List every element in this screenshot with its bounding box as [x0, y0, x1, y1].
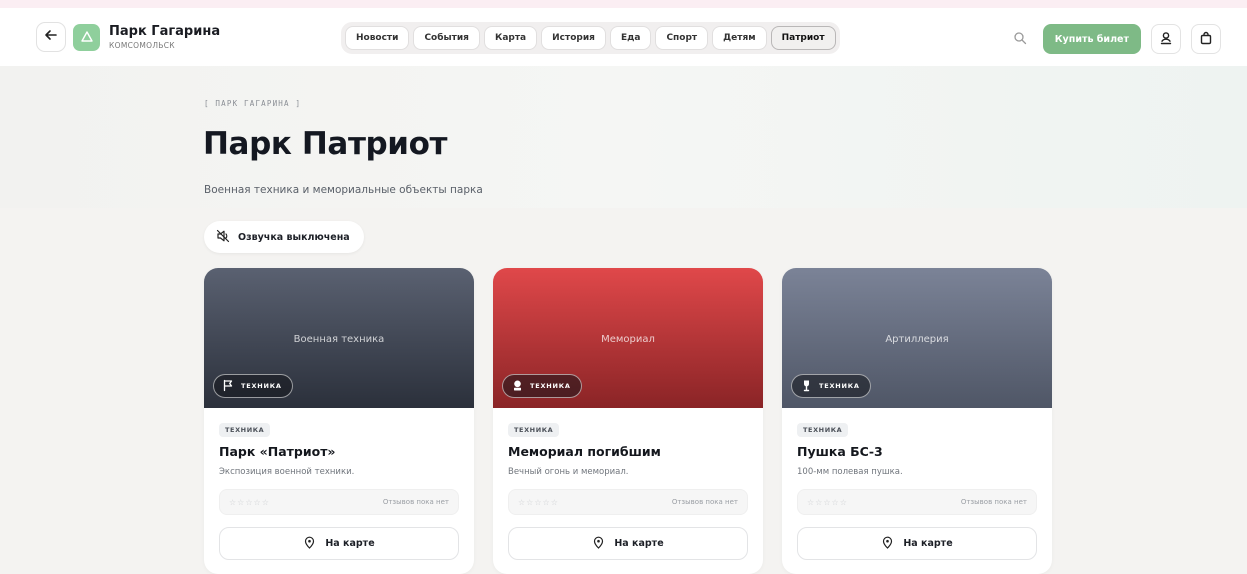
card-title[interactable]: Парк «Патриот»	[219, 444, 459, 459]
memorial-icon	[511, 379, 524, 394]
card-description: Экспозиция военной техники.	[219, 467, 355, 477]
brand-subtitle: КОМСОМОЛЬСК	[109, 40, 175, 50]
card-description: Вечный огонь и мемориал.	[508, 467, 629, 477]
cart-button[interactable]	[1191, 24, 1221, 54]
rating-stars-icon: ☆☆☆☆☆	[229, 497, 270, 507]
card-image-caption: Военная техника	[293, 333, 385, 345]
card-image: Мемориал ТЕХНИКА	[493, 268, 763, 408]
tab-sport[interactable]: Спорт	[655, 26, 709, 50]
tab-history[interactable]: История	[541, 26, 606, 50]
page-title: Парк Патриот	[203, 126, 448, 162]
card-image: Артиллерия ТЕХНИКА	[782, 268, 1052, 408]
category-badge-label: ТЕХНИКА	[819, 382, 860, 390]
breadcrumb[interactable]: [ ПАРК ГАГАРИНА ]	[204, 99, 301, 108]
arrow-left-icon	[44, 28, 58, 46]
rating-row: ☆☆☆☆☆ Отзывов пока нет	[219, 489, 459, 515]
category-badge: ТЕХНИКА	[502, 374, 582, 398]
tab-kids[interactable]: Детям	[712, 26, 767, 50]
voice-toggle-button[interactable]: Озвучка выключена	[204, 221, 364, 253]
tab-food[interactable]: Еда	[609, 26, 652, 50]
show-on-map-label: На карте	[903, 538, 953, 549]
brand-title: Парк Гагарина	[109, 23, 221, 39]
voice-toggle-label: Озвучка выключена	[238, 231, 350, 243]
speaker-muted-icon	[216, 229, 230, 246]
rating-stars-icon: ☆☆☆☆☆	[518, 497, 559, 507]
show-on-map-button[interactable]: На карте	[508, 527, 748, 560]
tab-map[interactable]: Карта	[483, 26, 538, 50]
tab-news[interactable]: Новости	[345, 26, 410, 50]
park-logo-icon[interactable]	[73, 23, 100, 51]
category-tag: ТЕХНИКА	[508, 423, 560, 437]
map-pin-icon	[303, 536, 316, 552]
category-badge-label: ТЕХНИКА	[241, 382, 282, 390]
section-nav: Новости События Карта История Еда Спорт …	[341, 22, 840, 54]
object-card[interactable]: Артиллерия ТЕХНИКА ТЕХНИКА Пушка БС-3 10…	[782, 268, 1052, 574]
card-image-caption: Мемориал	[601, 333, 655, 345]
category-badge: ТЕХНИКА	[791, 374, 871, 398]
reviews-count: Отзывов пока нет	[671, 498, 738, 506]
show-on-map-label: На карте	[614, 538, 664, 549]
brand[interactable]: Парк Гагарина КОМСОМОЛЬСК	[109, 25, 220, 50]
profile-button[interactable]	[1151, 24, 1181, 54]
map-pin-icon	[592, 536, 605, 552]
page-subtitle: Военная техника и мемориальные объекты п…	[204, 184, 483, 196]
category-badge: ТЕХНИКА	[213, 374, 293, 398]
tab-patriot[interactable]: Патриот	[770, 26, 836, 50]
object-card[interactable]: Мемориал ТЕХНИКА ТЕХНИКА Мемориал погибш…	[493, 268, 763, 574]
card-title[interactable]: Пушка БС-3	[797, 444, 1037, 459]
reviews-count: Отзывов пока нет	[382, 498, 449, 506]
category-badge-label: ТЕХНИКА	[530, 382, 571, 390]
show-on-map-label: На карте	[325, 538, 375, 549]
category-tag: ТЕХНИКА	[797, 423, 849, 437]
object-card[interactable]: Военная техника ТЕХНИКА ТЕХНИКА Парк «Па…	[204, 268, 474, 574]
rating-stars-icon: ☆☆☆☆☆	[807, 497, 848, 507]
rating-row: ☆☆☆☆☆ Отзывов пока нет	[508, 489, 748, 515]
card-title[interactable]: Мемориал погибшим	[508, 444, 748, 459]
top-strip	[0, 0, 1247, 8]
card-image: Военная техника ТЕХНИКА	[204, 268, 474, 408]
buy-ticket-button[interactable]: Купить билет	[1042, 24, 1141, 54]
map-pin-icon	[881, 536, 894, 552]
search-button[interactable]	[1007, 26, 1033, 52]
flag-icon	[222, 379, 235, 394]
category-tag: ТЕХНИКА	[219, 423, 271, 437]
site-header: Парк Гагарина КОМСОМОЛЬСК Новости Событи…	[0, 8, 1247, 66]
hero-section	[0, 66, 1247, 208]
back-button[interactable]	[36, 22, 66, 52]
show-on-map-button[interactable]: На карте	[219, 527, 459, 560]
show-on-map-button[interactable]: На карте	[797, 527, 1037, 560]
trophy-icon	[800, 379, 813, 394]
card-description: 100-мм полевая пушка.	[797, 467, 903, 477]
reviews-count: Отзывов пока нет	[960, 498, 1027, 506]
search-icon	[1013, 30, 1027, 49]
tab-events[interactable]: События	[413, 26, 480, 50]
rating-row: ☆☆☆☆☆ Отзывов пока нет	[797, 489, 1037, 515]
card-image-caption: Артиллерия	[885, 333, 949, 345]
user-icon	[1159, 30, 1173, 49]
shopping-bag-icon	[1199, 30, 1213, 49]
header-actions: Купить билет	[1007, 24, 1221, 54]
